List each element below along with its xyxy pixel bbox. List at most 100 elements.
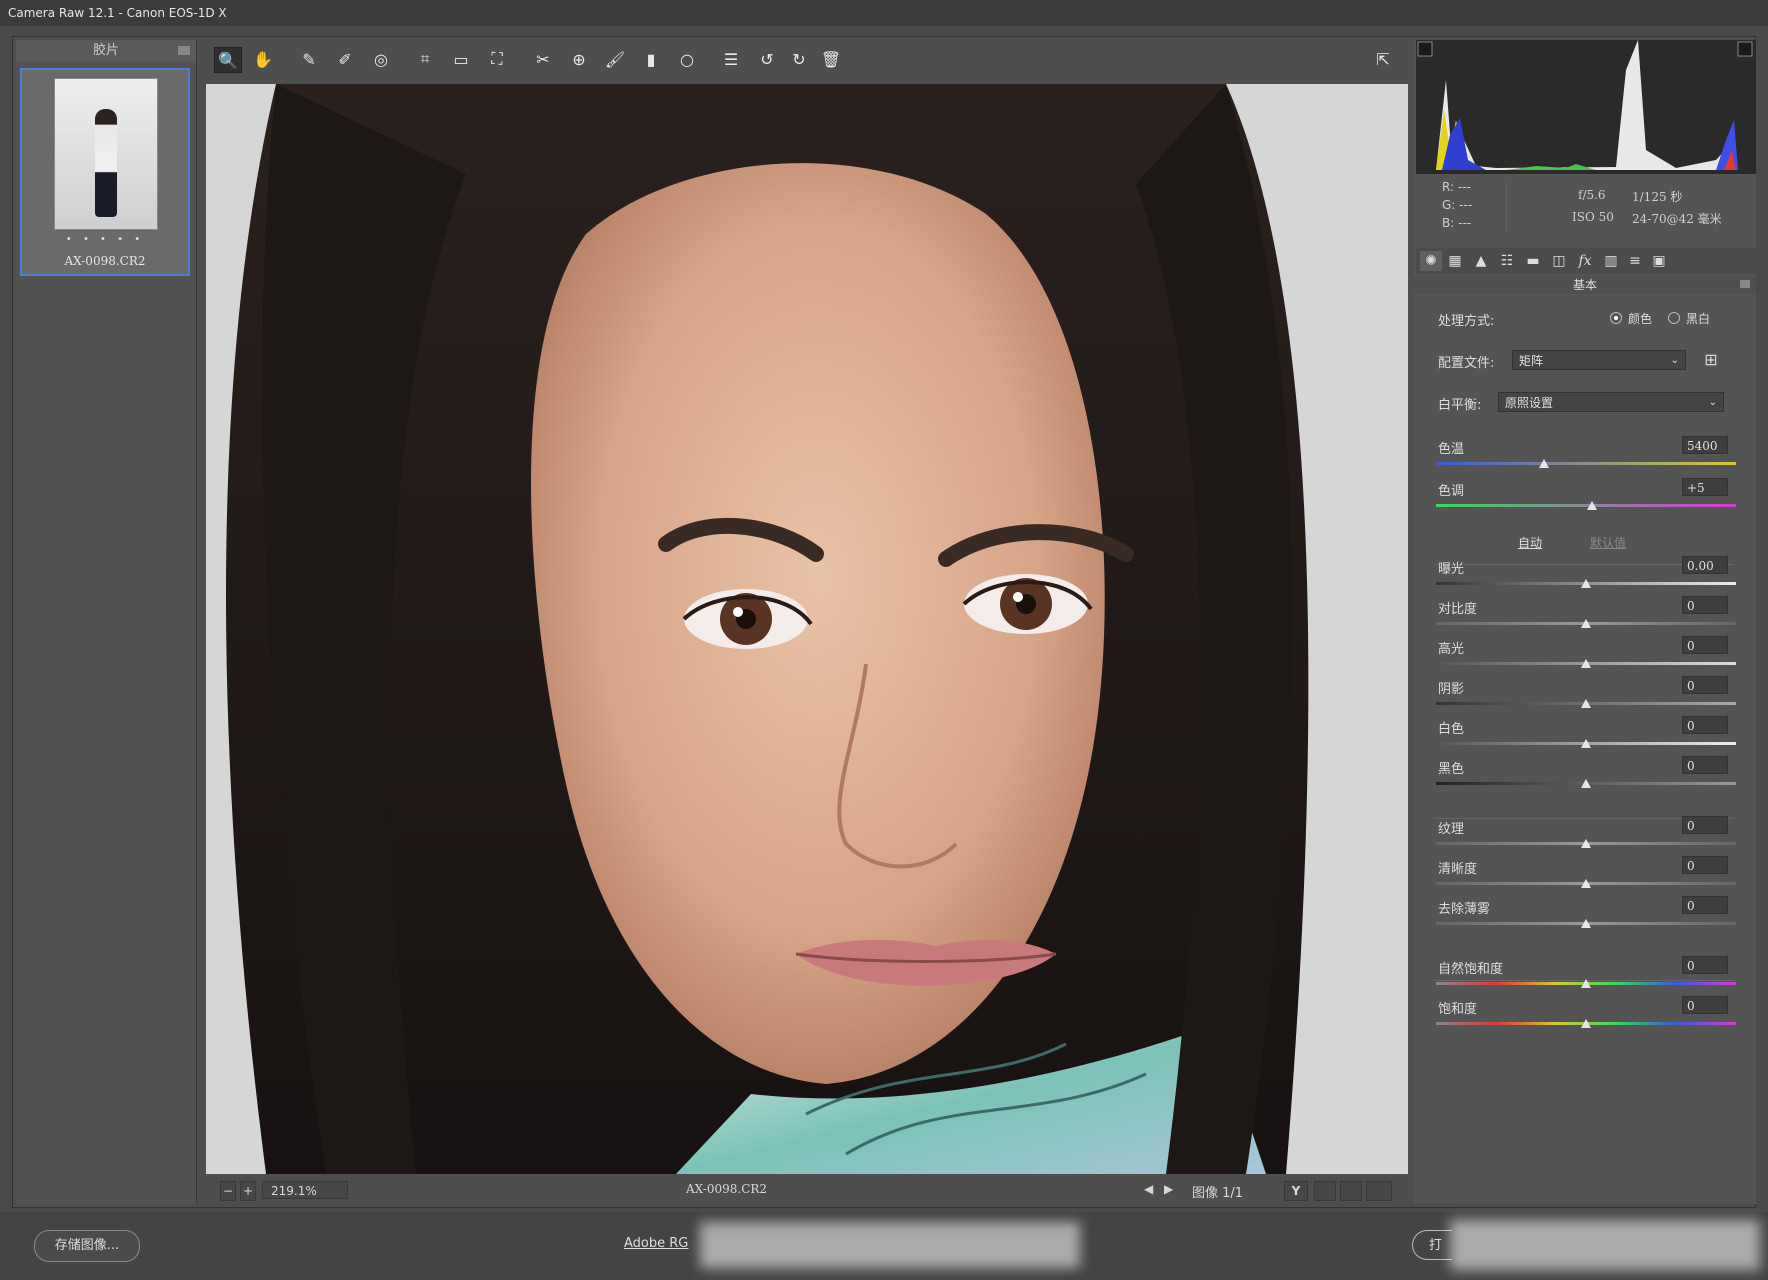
adjustment-brush-icon[interactable]: 🖌 xyxy=(602,47,628,71)
open-image-button[interactable]: 打 xyxy=(1412,1230,1452,1260)
panel-section-title: 基本 xyxy=(1414,276,1756,294)
color-sampler-icon[interactable]: ✐ xyxy=(332,47,358,71)
blacks-label: 黑色 xyxy=(1438,762,1465,777)
g-value: --- xyxy=(1459,198,1473,212)
vibrance-slider-thumb[interactable] xyxy=(1581,979,1591,988)
tint-input[interactable]: +5 xyxy=(1682,478,1728,496)
zoom-out-button[interactable]: − xyxy=(220,1181,236,1201)
b-label: B: xyxy=(1442,216,1455,230)
temp-input[interactable]: 5400 xyxy=(1682,436,1728,454)
hsl-tab-icon[interactable]: ☷ xyxy=(1496,251,1518,271)
copy-settings-icon[interactable] xyxy=(1340,1181,1362,1201)
shadows-input[interactable]: 0 xyxy=(1682,676,1728,694)
vibrance-input[interactable]: 0 xyxy=(1682,956,1728,974)
zoom-level-select[interactable]: 219.1% xyxy=(262,1181,348,1199)
hand-tool-icon[interactable]: ✋ xyxy=(250,47,276,71)
default-link[interactable]: 默认值 xyxy=(1590,534,1626,551)
next-image-button[interactable]: ▶ xyxy=(1164,1182,1173,1196)
split-toning-tab-icon[interactable]: ▬ xyxy=(1522,251,1544,271)
whites-slider-thumb[interactable] xyxy=(1581,739,1591,748)
swap-settings-icon[interactable] xyxy=(1314,1181,1336,1201)
dehaze-slider-thumb[interactable] xyxy=(1581,919,1591,928)
radial-filter-icon[interactable]: ○ xyxy=(674,47,700,71)
image-preview[interactable] xyxy=(206,84,1408,1174)
snapshots-tab-icon[interactable]: ▣ xyxy=(1648,251,1670,271)
before-after-toggle[interactable]: Y xyxy=(1284,1181,1308,1201)
treatment-bw-radio[interactable] xyxy=(1668,312,1680,324)
spot-removal-icon[interactable]: ✂ xyxy=(530,47,556,71)
transform-tool-icon[interactable]: ⛶ xyxy=(484,47,510,71)
highlights-slider-thumb[interactable] xyxy=(1581,659,1591,668)
temp-track[interactable] xyxy=(1436,462,1736,465)
rating-dots[interactable]: • • • • • xyxy=(22,234,188,245)
clarity-slider-thumb[interactable] xyxy=(1581,879,1591,888)
profile-select[interactable]: 矩阵 ⌄ xyxy=(1512,350,1686,370)
profile-browser-icon[interactable]: ⊞ xyxy=(1700,350,1722,370)
temp-slider-thumb[interactable] xyxy=(1539,459,1549,468)
adjustments-panel: R: --- G: --- B: --- f/5.6 1/125 秒 ISO 5… xyxy=(1414,40,1756,1204)
detail-tab-icon[interactable]: ▲ xyxy=(1470,251,1492,271)
treatment-bw-label: 黑白 xyxy=(1686,312,1711,326)
white-balance-tool-icon[interactable]: ✎ xyxy=(296,47,322,71)
blacks-slider-thumb[interactable] xyxy=(1581,779,1591,788)
rotate-right-icon[interactable]: ↻ xyxy=(786,47,812,71)
blurred-overlay xyxy=(1450,1220,1760,1270)
effects-tab-icon[interactable]: fx xyxy=(1574,251,1596,271)
preview-prefs-icon[interactable] xyxy=(1366,1181,1392,1201)
dehaze-input[interactable]: 0 xyxy=(1682,896,1728,914)
lens-tab-icon[interactable]: ◫ xyxy=(1548,251,1570,271)
targeted-adjustment-icon[interactable]: ◎ xyxy=(368,47,394,71)
texture-slider-thumb[interactable] xyxy=(1581,839,1591,848)
texture-input[interactable]: 0 xyxy=(1682,816,1728,834)
fullscreen-icon[interactable]: ⇱ xyxy=(1370,47,1396,71)
thumbnail-filename: AX-0098.CR2 xyxy=(64,254,146,268)
blacks-input[interactable]: 0 xyxy=(1682,756,1728,774)
tint-slider-thumb[interactable] xyxy=(1587,501,1597,510)
saturation-label: 饱和度 xyxy=(1438,1002,1478,1017)
highlights-label: 高光 xyxy=(1438,642,1465,657)
exposure-input[interactable]: 0.00 xyxy=(1682,556,1728,574)
tone-curve-tab-icon[interactable]: ▦ xyxy=(1444,251,1466,271)
contrast-input[interactable]: 0 xyxy=(1682,596,1728,614)
rotate-left-icon[interactable]: ↺ xyxy=(754,47,780,71)
shadow-clipping-icon[interactable] xyxy=(1418,42,1432,56)
white-balance-select[interactable]: 原照设置 ⌄ xyxy=(1498,392,1724,412)
save-image-button[interactable]: 存储图像... xyxy=(34,1230,140,1262)
saturation-input[interactable]: 0 xyxy=(1682,996,1728,1014)
profile-label: 配置文件: xyxy=(1438,356,1495,371)
crop-tool-icon[interactable]: ⌗ xyxy=(412,47,438,71)
red-eye-icon[interactable]: ⊕ xyxy=(566,47,592,71)
filmstrip-thumbnail[interactable]: • • • • • AX-0098.CR2 xyxy=(20,68,190,276)
filmstrip-menu-icon[interactable] xyxy=(178,46,190,55)
basic-tab-icon[interactable]: ✺ xyxy=(1420,251,1442,271)
presets-tab-icon[interactable]: ≡ xyxy=(1624,251,1646,271)
prev-image-button[interactable]: ◀ xyxy=(1144,1182,1153,1196)
delete-icon[interactable]: 🗑 xyxy=(818,47,844,71)
zoom-tool-icon[interactable]: 🔍 xyxy=(214,47,242,73)
dehaze-label: 去除薄雾 xyxy=(1438,902,1491,917)
footer-bar: 存储图像... Adobe RG 打 xyxy=(0,1212,1768,1280)
highlight-clipping-icon[interactable] xyxy=(1738,42,1752,56)
treatment-color-radio[interactable] xyxy=(1610,312,1622,324)
tint-track[interactable] xyxy=(1436,504,1736,507)
clarity-label: 清晰度 xyxy=(1438,862,1478,877)
presets-list-icon[interactable]: ☰ xyxy=(718,47,744,71)
saturation-slider-thumb[interactable] xyxy=(1581,1019,1591,1028)
iso: ISO 50 xyxy=(1572,210,1614,224)
graduated-filter-icon[interactable]: ▮ xyxy=(638,47,664,71)
calibration-tab-icon[interactable]: ▥ xyxy=(1600,251,1622,271)
texture-label: 纹理 xyxy=(1438,822,1465,837)
g-label: G: xyxy=(1442,198,1456,212)
shadows-slider-thumb[interactable] xyxy=(1581,699,1591,708)
panel-menu-icon[interactable] xyxy=(1740,280,1750,288)
zoom-in-button[interactable]: + xyxy=(240,1181,256,1201)
auto-link[interactable]: 自动 xyxy=(1518,534,1542,551)
contrast-slider-thumb[interactable] xyxy=(1581,619,1591,628)
clarity-input[interactable]: 0 xyxy=(1682,856,1728,874)
chevron-down-icon: ⌄ xyxy=(1708,397,1717,408)
highlights-input[interactable]: 0 xyxy=(1682,636,1728,654)
whites-input[interactable]: 0 xyxy=(1682,716,1728,734)
exposure-slider-thumb[interactable] xyxy=(1581,579,1591,588)
straighten-tool-icon[interactable]: ▭ xyxy=(448,47,474,71)
workflow-options-link[interactable]: Adobe RG xyxy=(624,1236,688,1251)
